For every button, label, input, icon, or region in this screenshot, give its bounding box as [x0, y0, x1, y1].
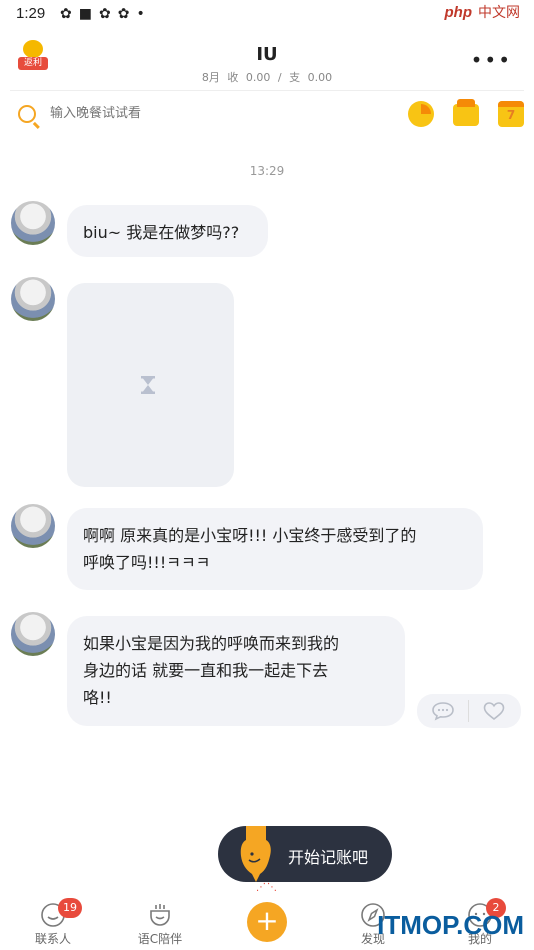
income-value: 0.00 — [245, 71, 271, 84]
tooltip-label: 开始记账吧 — [288, 848, 369, 867]
income-label: 收 — [227, 71, 239, 84]
chat-timestamp: 13:29 — [249, 164, 285, 178]
nav-item-contacts[interactable]: 19 联系人 — [13, 890, 93, 950]
avatar[interactable] — [11, 612, 55, 656]
add-record-button[interactable]: + — [247, 902, 287, 942]
message-line: 如果小宝是因为我的呼唤而来到我的 — [83, 634, 340, 653]
message-line: 咯!! — [83, 688, 112, 707]
dot-icon: • — [136, 6, 145, 22]
heart-icon[interactable] — [482, 701, 506, 721]
divider — [468, 700, 469, 722]
nav-label: 语C陪伴 — [137, 932, 183, 946]
status-notification-icons: ✿ ■ ✿ ✿ • — [60, 6, 145, 22]
start-bookkeeping-tooltip[interactable]: 开始记账吧 — [218, 826, 392, 882]
more-button[interactable]: ••• — [471, 48, 512, 72]
month-summary: 8月 收 0.00 / 支 0.00 — [0, 69, 534, 85]
message-line: 身边的话 就要一直和我一起走下去 — [83, 661, 329, 680]
stop-icon: ■ — [78, 6, 92, 22]
cup-icon — [150, 904, 170, 926]
app-notification-icon: ✿ — [117, 6, 130, 22]
expense-label: 支 — [289, 71, 301, 84]
image-message[interactable] — [67, 283, 234, 487]
separator: / — [277, 71, 282, 84]
avatar[interactable] — [11, 277, 55, 321]
expense-value: 0.00 — [307, 71, 333, 84]
message-line: 啊啊 原来真的是小宝呀!!! 小宝终于感受到了的 — [83, 526, 417, 545]
sparkle-icon: ⋰⋱ — [256, 882, 278, 893]
app-notification-icon: ✿ — [60, 6, 72, 22]
status-bar: 1:29 ✿ ■ ✿ ✿ • php 中文网 — [0, 0, 534, 28]
avatar[interactable] — [11, 504, 55, 548]
watermark-text: 中文网 — [478, 5, 520, 21]
search-bar: 7 — [10, 90, 524, 136]
watermark-logo: php — [444, 3, 473, 21]
search-input[interactable] — [50, 105, 250, 120]
message-text: biu~ 我是在做梦吗?? — [83, 223, 240, 242]
header: 返利 IU 8月 收 0.00 / 支 0.00 ••• — [0, 30, 534, 88]
nav-label: 联系人 — [34, 932, 71, 946]
wallet-icon[interactable] — [453, 99, 479, 126]
calendar-icon[interactable]: 7 — [498, 101, 524, 127]
pie-chart-icon[interactable] — [408, 101, 434, 127]
page-title: IU — [256, 44, 278, 65]
comment-icon[interactable] — [431, 701, 455, 721]
message-bubble[interactable]: biu~ 我是在做梦吗?? — [67, 205, 268, 257]
month-label: 8月 — [201, 71, 220, 84]
message-bubble[interactable]: 如果小宝是因为我的呼唤而来到我的 身边的话 就要一直和我一起走下去 咯!! — [67, 616, 405, 726]
avatar[interactable] — [11, 201, 55, 245]
nav-item-companion[interactable]: 语C陪伴 — [120, 890, 200, 950]
message-line: 呼唤了吗!!!ㅋㅋㅋ — [83, 553, 211, 572]
watermark: ITMOP.COM — [377, 910, 524, 940]
contacts-badge: 19 — [58, 898, 82, 918]
status-time: 1:29 — [16, 5, 46, 22]
app-notification-icon: ✿ — [98, 6, 111, 22]
status-right: php 中文网 — [445, 2, 521, 22]
hourglass-icon — [141, 376, 155, 394]
reaction-bar — [417, 694, 521, 728]
search-icon — [18, 105, 36, 123]
pointing-hand-icon — [240, 826, 271, 882]
message-bubble[interactable]: 啊啊 原来真的是小宝呀!!! 小宝终于感受到了的 呼唤了吗!!!ㅋㅋㅋ — [67, 508, 483, 590]
